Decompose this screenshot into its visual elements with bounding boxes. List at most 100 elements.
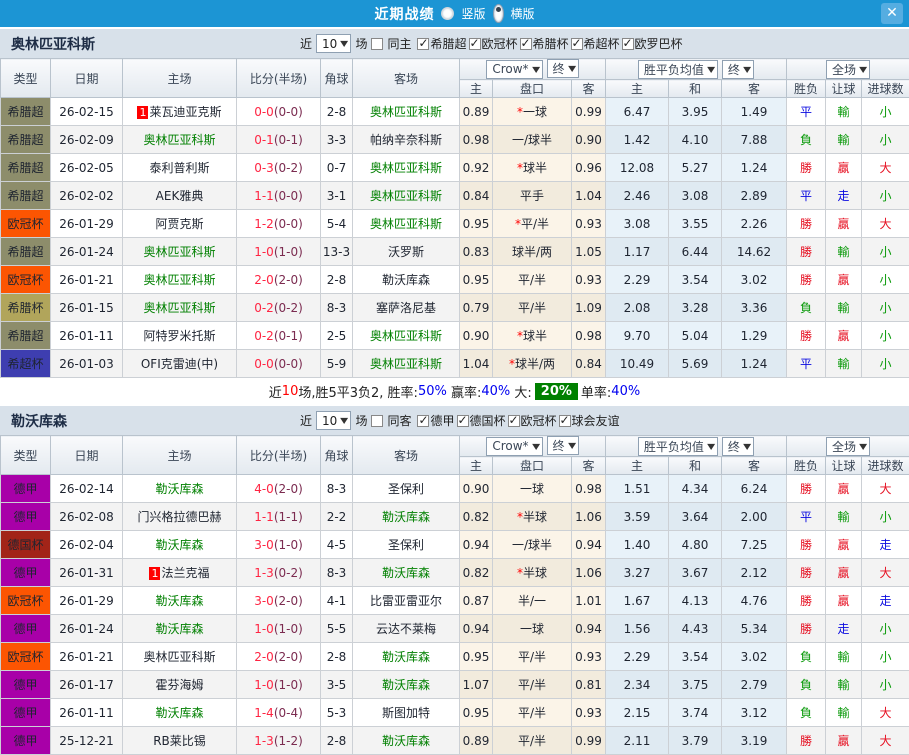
same-venue-label: 同主: [387, 35, 411, 52]
avg-away-odds: 7.25: [722, 531, 787, 559]
match-row: 希腊超26-01-11阿特罗米托斯0-2(0-1)2-5奥林匹亚科斯0.90*球…: [1, 322, 909, 350]
away-team: 勒沃库森: [353, 671, 460, 699]
vertical-layout-radio[interactable]: [441, 7, 454, 20]
scope-select[interactable]: 全场▼: [826, 437, 870, 456]
handicap-line: 平手: [493, 182, 572, 210]
handicap-home-odds: 0.82: [460, 559, 493, 587]
final-odds-select[interactable]: 终▼: [547, 59, 579, 78]
rank-badge: 1: [149, 567, 160, 580]
col-res-goals: 进球数: [862, 457, 909, 475]
match-row: 德甲26-02-14勒沃库森4-0(2-0)8-3圣保利0.90一球0.981.…: [1, 475, 909, 503]
col-avg-home: 主: [606, 457, 669, 475]
league-checkbox[interactable]: [622, 38, 634, 50]
league-checkbox[interactable]: [417, 38, 429, 50]
result-goals: 小: [862, 182, 909, 210]
handicap-away-odds: 0.81: [572, 671, 606, 699]
col-odds-line: 盘口: [493, 457, 572, 475]
avg-draw-odds: 4.10: [669, 126, 722, 154]
col-odds-away: 客: [572, 80, 606, 98]
match-date: 26-01-17: [51, 671, 123, 699]
league-checkbox[interactable]: [520, 38, 532, 50]
horizontal-layout-label[interactable]: 横版: [511, 5, 535, 22]
handicap-home-odds: 0.89: [460, 727, 493, 755]
league-filter[interactable]: 希超杯: [571, 37, 620, 51]
league-badge-cell: 希腊超: [1, 238, 51, 266]
avg-draw-odds: 4.43: [669, 615, 722, 643]
league-checkbox[interactable]: [559, 415, 571, 427]
match-row: 德甲26-01-311法兰克福1-3(0-2)8-3勒沃库森0.82*半球1.0…: [1, 559, 909, 587]
horizontal-layout-radio[interactable]: [493, 4, 504, 23]
result-goals: 大: [862, 210, 909, 238]
league-filter[interactable]: 希腊超: [417, 37, 466, 51]
league-checkbox[interactable]: [508, 415, 520, 427]
away-team: 云达不莱梅: [353, 615, 460, 643]
handicap-line: *一球: [493, 98, 572, 126]
result-goals: 走: [862, 531, 909, 559]
match-row: 希超杯26-01-03OFI克雷迪(中)0-0(0-0)5-9奥林匹亚科斯1.0…: [1, 350, 909, 378]
corner-score: 4-1: [321, 587, 353, 615]
company-select[interactable]: Crow*▼: [486, 60, 542, 79]
handicap-away-odds: 1.04: [572, 182, 606, 210]
avg-select[interactable]: 胜平负均值▼: [638, 437, 718, 456]
result-handicap: 輸: [826, 503, 862, 531]
result-goals: 小: [862, 350, 909, 378]
col-res-goals: 进球数: [862, 80, 909, 98]
avg-draw-odds: 3.55: [669, 210, 722, 238]
company-select[interactable]: Crow*▼: [486, 437, 542, 456]
games-count-select[interactable]: 10▼: [316, 34, 351, 53]
league-filter[interactable]: 欧罗巴杯: [622, 37, 683, 51]
result-handicap: 輸: [826, 671, 862, 699]
avg-home-odds: 3.08: [606, 210, 669, 238]
league-filter[interactable]: 德国杯: [457, 414, 506, 428]
away-team: 奥林匹亚科斯: [353, 98, 460, 126]
match-score: 3-0(2-0): [237, 587, 321, 615]
league-filter[interactable]: 球会友谊: [559, 414, 620, 428]
league-filter[interactable]: 欧冠杯: [508, 414, 557, 428]
same-venue-checkbox[interactable]: [371, 38, 383, 50]
handicap-away-odds: 0.94: [572, 531, 606, 559]
result-wdl: 平: [787, 350, 826, 378]
away-team: 勒沃库森: [353, 503, 460, 531]
avg-away-odds: 14.62: [722, 238, 787, 266]
avg-draw-odds: 4.13: [669, 587, 722, 615]
league-checkbox[interactable]: [469, 38, 481, 50]
home-team: RB莱比锡: [123, 727, 237, 755]
avg-draw-odds: 3.67: [669, 559, 722, 587]
summary-segment: 40%: [611, 384, 640, 399]
match-score: 1-0(1-0): [237, 671, 321, 699]
result-wdl: 勝: [787, 559, 826, 587]
vertical-layout-label[interactable]: 竖版: [461, 5, 485, 22]
final-odds-select[interactable]: 终▼: [547, 436, 579, 455]
result-handicap: 贏: [826, 475, 862, 503]
league-checkbox[interactable]: [571, 38, 583, 50]
col-avg-home: 主: [606, 80, 669, 98]
recent-label: 近: [300, 35, 312, 52]
away-team: 塞萨洛尼基: [353, 294, 460, 322]
result-wdl: 平: [787, 98, 826, 126]
home-team: 奥林匹亚科斯: [123, 643, 237, 671]
league-filter[interactable]: 希腊杯: [520, 37, 569, 51]
scope-select[interactable]: 全场▼: [826, 60, 870, 79]
handicap-home-odds: 0.95: [460, 699, 493, 727]
avg-away-odds: 2.12: [722, 559, 787, 587]
match-row: 希腊杯26-01-15奥林匹亚科斯0-2(0-2)8-3塞萨洛尼基0.79平/半…: [1, 294, 909, 322]
handicap-home-odds: 0.89: [460, 98, 493, 126]
match-date: 26-02-09: [51, 126, 123, 154]
handicap-away-odds: 1.06: [572, 503, 606, 531]
games-count-select[interactable]: 10▼: [316, 411, 351, 430]
avg-away-odds: 1.24: [722, 154, 787, 182]
result-goals: 小: [862, 126, 909, 154]
league-filter[interactable]: 欧冠杯: [469, 37, 518, 51]
home-team: 勒沃库森: [123, 587, 237, 615]
final-avg-select[interactable]: 终▼: [722, 437, 754, 456]
avg-select[interactable]: 胜平负均值▼: [638, 60, 718, 79]
match-row: 德甲26-01-17霍芬海姆1-0(1-0)3-5勒沃库森1.07平/半0.81…: [1, 671, 909, 699]
league-filter[interactable]: 德甲: [417, 414, 454, 428]
league-checkbox[interactable]: [457, 415, 469, 427]
close-icon[interactable]: ✕: [881, 3, 903, 24]
same-venue-checkbox[interactable]: [371, 415, 383, 427]
avg-home-odds: 2.29: [606, 266, 669, 294]
col-res-handicap: 让球: [826, 457, 862, 475]
league-checkbox[interactable]: [417, 415, 429, 427]
final-avg-select[interactable]: 终▼: [722, 60, 754, 79]
